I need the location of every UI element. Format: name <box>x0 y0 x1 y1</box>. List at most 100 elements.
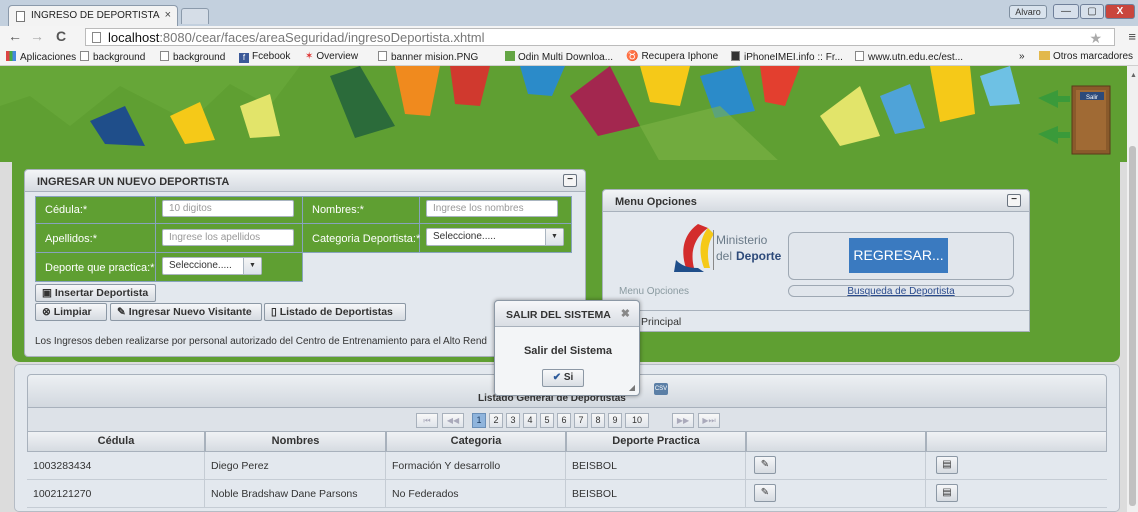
confirm-si-button[interactable]: ✔ Si <box>542 369 584 387</box>
page-button-6[interactable]: 6 <box>557 413 571 428</box>
new-tab-button[interactable] <box>181 8 209 24</box>
pencil-icon[interactable]: ✎ <box>754 484 776 502</box>
recupera-icon: ♉ <box>626 51 639 62</box>
print-icon[interactable]: ▤ <box>936 456 958 474</box>
collapse-toggle-button[interactable]: − <box>1007 194 1021 207</box>
categoria-select[interactable]: Seleccione..... ▼ <box>426 228 564 246</box>
ingresar-visitante-button[interactable]: ✎ Ingresar Nuevo Visitante <box>110 303 262 321</box>
phone-icon <box>731 51 740 61</box>
logo-ministerio-text: Ministerio <box>716 233 768 247</box>
bookmark-background-1[interactable]: background <box>80 51 145 63</box>
bookmark-label: Recupera Iphone <box>641 51 719 62</box>
bookmark-otros[interactable]: Otros marcadores <box>1039 51 1133 62</box>
bookmark-aplicaciones[interactable]: Aplicaciones <box>6 51 76 63</box>
address-bar: ← → C localhost:8080/cear/faces/areaSegu… <box>0 26 1138 47</box>
salir-label: Salir <box>1086 95 1098 101</box>
apellidos-input[interactable]: Ingrese los apellidos <box>162 229 294 246</box>
listado-deportistas-button[interactable]: ▯ Listado de Deportistas <box>264 303 406 321</box>
folder-icon <box>1039 51 1050 60</box>
collapse-toggle-button[interactable]: − <box>563 174 577 187</box>
button-label: Limpiar <box>53 306 92 318</box>
print-icon[interactable]: ▤ <box>936 484 958 502</box>
pencil-icon: ✎ <box>117 306 129 318</box>
chevron-down-icon: ▼ <box>545 229 563 245</box>
page-button-7[interactable]: 7 <box>574 413 588 428</box>
page-button-1[interactable]: 1 <box>472 413 486 428</box>
bookmark-label: Otros marcadores <box>1053 51 1134 62</box>
categoria-label: Categoria Deportista:* <box>312 233 421 245</box>
menu-icon[interactable]: ≡ <box>1128 29 1136 44</box>
bookmark-overview[interactable]: ✶ Overview <box>305 51 358 62</box>
bookmark-odin[interactable]: Odin Multi Downloa... <box>505 51 613 63</box>
bookmark-utn[interactable]: www.utn.edu.ec/est... <box>855 51 963 63</box>
table-row[interactable]: 1002121270 Noble Bradshaw Dane Parsons N… <box>27 480 1107 508</box>
last-page-button[interactable]: ▶⏭ <box>698 413 720 428</box>
page-button-9[interactable]: 9 <box>608 413 622 428</box>
close-window-button[interactable]: X <box>1105 4 1135 19</box>
page-button-4[interactable]: 4 <box>523 413 537 428</box>
page-button-2[interactable]: 2 <box>489 413 503 428</box>
bookmarks-more[interactable]: » <box>1019 51 1025 62</box>
column-header-edit <box>746 431 926 452</box>
page-button-5[interactable]: 5 <box>540 413 554 428</box>
nombres-label: Nombres:* <box>312 204 364 216</box>
cell-deporte: BEISBOL <box>566 452 746 480</box>
button-label: Listado de Deportistas <box>279 306 393 318</box>
bookmark-label: Aplicaciones <box>20 52 77 63</box>
next-page-button[interactable]: ▶▶ <box>672 413 694 428</box>
url-input[interactable]: localhost:8080/cear/faces/areaSeguridad/… <box>85 28 1115 46</box>
close-icon[interactable]: ✖ <box>621 307 630 320</box>
page-button-8[interactable]: 8 <box>591 413 605 428</box>
insertar-deportista-button[interactable]: ▣ Insertar Deportista <box>35 284 156 302</box>
cell-cedula: 1002121270 <box>27 480 205 508</box>
maximize-button[interactable]: ▢ <box>1080 4 1104 19</box>
bookmark-facebook[interactable]: f Fcebook <box>239 51 290 63</box>
menu-principal-item[interactable]: Principal <box>602 310 1030 332</box>
first-page-button[interactable]: ⏮ <box>416 413 438 428</box>
back-icon[interactable]: ← <box>8 28 22 44</box>
scroll-up-icon[interactable]: ▲ <box>1130 72 1137 79</box>
deporte-select[interactable]: Seleccione..... ▼ <box>162 257 262 275</box>
column-header-cedula[interactable]: Cédula <box>27 431 205 452</box>
page-scrollbar[interactable]: ▲ <box>1127 66 1138 512</box>
browser-tab[interactable]: INGRESO DE DEPORTISTA × <box>8 5 178 26</box>
star-icon[interactable]: ★ <box>1089 30 1102 47</box>
reload-icon[interactable]: C <box>56 28 66 44</box>
bookmark-iphoneimei[interactable]: iPhoneIMEI.info :: Fr... <box>731 51 843 63</box>
page-button-10[interactable]: 10 <box>625 413 649 428</box>
button-label: Insertar Deportista <box>54 287 149 299</box>
column-header-print <box>926 431 1107 452</box>
bookmark-banner[interactable]: banner mision.PNG <box>378 51 478 63</box>
bookmark-background-2[interactable]: background <box>160 51 225 63</box>
overview-icon: ✶ <box>305 51 314 62</box>
authorization-note: Los Ingresos deben realizarse por person… <box>35 336 487 347</box>
odin-icon <box>505 51 515 61</box>
user-badge[interactable]: Alvaro <box>1009 5 1047 19</box>
csv-export-icon[interactable]: CSV <box>654 383 668 395</box>
tab-close-icon[interactable]: × <box>165 9 171 21</box>
column-header-nombres[interactable]: Nombres <box>205 431 386 452</box>
scroll-thumb[interactable] <box>1129 146 1136 506</box>
regresar-button[interactable]: REGRESAR... <box>849 238 948 273</box>
busqueda-deportista-link[interactable]: Busqueda de Deportista <box>788 285 1014 297</box>
apps-icon <box>6 51 16 61</box>
limpiar-button[interactable]: ⊗ Limpiar <box>35 303 107 321</box>
cell-categoria: No Federados <box>386 480 566 508</box>
minimize-button[interactable]: — <box>1053 4 1079 19</box>
table-row[interactable]: 1003283434 Diego Perez Formación Y desar… <box>27 452 1107 480</box>
pencil-icon[interactable]: ✎ <box>754 456 776 474</box>
cell-nombres: Noble Bradshaw Dane Parsons <box>205 480 386 508</box>
resize-handle-icon[interactable]: ◢ <box>629 383 635 392</box>
bookmark-label: Odin Multi Downloa... <box>518 52 614 63</box>
cell-cedula: 1003283434 <box>27 452 205 480</box>
column-header-categoria[interactable]: Categoria <box>386 431 566 452</box>
column-header-deporte[interactable]: Deporte Practica <box>566 431 746 452</box>
salir-door-icon[interactable]: Salir <box>1036 82 1124 160</box>
prev-page-button[interactable]: ◀◀ <box>442 413 464 428</box>
bookmark-label: background <box>173 52 226 63</box>
nombres-input[interactable]: Ingrese los nombres <box>426 200 558 217</box>
cedula-input[interactable]: 10 digitos <box>162 200 294 217</box>
bookmark-recupera[interactable]: ♉ Recupera Iphone <box>626 51 718 62</box>
page-button-3[interactable]: 3 <box>506 413 520 428</box>
forward-icon[interactable]: → <box>30 28 44 44</box>
